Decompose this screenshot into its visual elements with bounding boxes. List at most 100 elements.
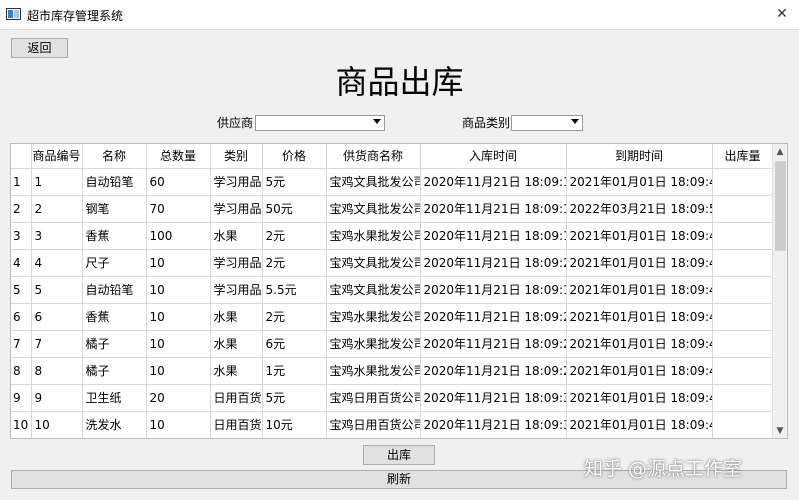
table-cell[interactable]: 2元 [262,222,327,250]
table-cell[interactable]: 2022年03月21日 18:09:51 [566,195,713,223]
column-header[interactable]: 到期时间 [566,144,713,169]
table-row[interactable]: 4 4 尺子 10 学习用品 2元 宝鸡文具批发公司 2020年11月21日 18:09:21… [11,249,774,277]
table-cell[interactable]: 3 [31,222,83,250]
table-cell[interactable] [712,357,774,385]
column-header[interactable]: 供货商名称 [326,144,421,169]
table-cell[interactable]: 香蕉 [82,303,147,331]
table-cell[interactable]: 2021年01月01日 18:09:45 [566,330,713,358]
table-cell[interactable]: 2 [31,195,83,223]
table-cell[interactable]: 水果 [210,330,263,358]
table-cell[interactable]: 卫生纸 [82,384,147,412]
table-cell[interactable]: 2020年11月21日 18:09:16 [420,222,567,250]
table-cell[interactable]: 10 [146,411,211,438]
table-cell[interactable]: 5元 [262,168,327,196]
row-number[interactable]: 7 [11,330,32,358]
table-cell[interactable]: 自动铅笔 [82,168,147,196]
row-number[interactable]: 3 [11,222,32,250]
column-header[interactable]: 入库时间 [420,144,567,169]
table-cell[interactable]: 7 [31,330,83,358]
table-cell[interactable]: 2020年11月21日 18:09:28 [420,303,567,331]
table-cell[interactable]: 宝鸡水果批发公司 [326,357,421,385]
corner-cell[interactable] [11,144,32,169]
table-cell[interactable]: 50元 [262,195,327,223]
table-row[interactable]: 10 10 洗发水 10 日用百货 10元 宝鸡日用百货公司 2020年11月21日 18:0… [11,411,774,438]
table-cell[interactable] [712,384,774,412]
table-cell[interactable]: 10 [146,330,211,358]
table-cell[interactable]: 5元 [262,384,327,412]
table-cell[interactable]: 6 [31,303,83,331]
table-cell[interactable]: 2021年01月01日 18:09:45 [566,168,713,196]
close-icon[interactable]: ✕ [772,4,792,24]
table-cell[interactable] [712,222,774,250]
table-cell[interactable] [712,195,774,223]
table-cell[interactable]: 100 [146,222,211,250]
table-cell[interactable] [712,168,774,196]
table-cell[interactable]: 10 [146,276,211,304]
table-cell[interactable]: 学习用品 [210,195,263,223]
table-cell[interactable] [712,303,774,331]
table-cell[interactable]: 宝鸡文具批发公司 [326,195,421,223]
table-cell[interactable] [712,276,774,304]
table-cell[interactable]: 宝鸡水果批发公司 [326,303,421,331]
category-select[interactable] [511,115,583,131]
table-cell[interactable]: 日用百货 [210,411,263,438]
scroll-up-icon[interactable]: ▲ [773,145,787,159]
table-cell[interactable]: 2020年11月21日 18:09:31 [420,384,567,412]
table-cell[interactable]: 2020年11月21日 18:09:34 [420,411,567,438]
table-cell[interactable]: 2021年01月01日 18:09:45 [566,222,713,250]
table-row[interactable]: 3 3 香蕉 100 水果 2元 宝鸡水果批发公司 2020年11月21日 18:09:16 2… [11,222,774,250]
table-cell[interactable]: 1 [31,168,83,196]
row-number[interactable]: 10 [11,411,32,438]
table-row[interactable]: 9 9 卫生纸 20 日用百货 5元 宝鸡日用百货公司 2020年11月21日 18:09:3… [11,384,774,412]
table-cell[interactable]: 6元 [262,330,327,358]
table-cell[interactable]: 2020年11月21日 18:09:10 [420,168,567,196]
row-number[interactable]: 9 [11,384,32,412]
table-cell[interactable]: 10 [146,303,211,331]
table-cell[interactable]: 4 [31,249,83,277]
table-cell[interactable]: 2021年01月01日 18:09:45 [566,303,713,331]
table-cell[interactable]: 2021年01月01日 18:09:45 [566,276,713,304]
table-cell[interactable]: 2020年11月21日 18:09:21 [420,249,567,277]
table-cell[interactable]: 2021年01月01日 18:09:45 [566,411,713,438]
table-cell[interactable]: 香蕉 [82,222,147,250]
row-number[interactable]: 4 [11,249,32,277]
table-cell[interactable] [712,411,774,438]
scroll-down-icon[interactable]: ▼ [773,424,787,438]
table-cell[interactable]: 2020年11月21日 18:09:25 [420,357,567,385]
table-cell[interactable]: 洗发水 [82,411,147,438]
column-header[interactable]: 商品编号 [31,144,83,169]
table-cell[interactable]: 尺子 [82,249,147,277]
table-cell[interactable]: 5.5元 [262,276,327,304]
row-number[interactable]: 8 [11,357,32,385]
table-cell[interactable]: 钢笔 [82,195,147,223]
table-cell[interactable]: 5 [31,276,83,304]
table-cell[interactable]: 宝鸡水果批发公司 [326,222,421,250]
table-cell[interactable]: 10 [31,411,83,438]
stock-out-button[interactable]: 出库 [363,445,435,465]
table-cell[interactable]: 2元 [262,303,327,331]
vertical-scrollbar[interactable]: ▲ ▼ [772,144,787,438]
table-cell[interactable]: 2021年01月01日 18:09:45 [566,357,713,385]
table-cell[interactable]: 70 [146,195,211,223]
table-cell[interactable]: 10 [146,249,211,277]
table-cell[interactable]: 2021年01月01日 18:09:45 [566,249,713,277]
table-cell[interactable]: 学习用品 [210,168,263,196]
table-cell[interactable]: 橘子 [82,330,147,358]
table-cell[interactable]: 宝鸡日用百货公司 [326,384,421,412]
table-cell[interactable]: 水果 [210,222,263,250]
table-row[interactable]: 1 1 自动铅笔 60 学习用品 5元 宝鸡文具批发公司 2020年11月21日 18:09:… [11,168,774,196]
table-cell[interactable]: 宝鸡文具批发公司 [326,168,421,196]
table-cell[interactable]: 20 [146,384,211,412]
table-cell[interactable]: 9 [31,384,83,412]
table-cell[interactable] [712,330,774,358]
table-row[interactable]: 7 7 橘子 10 水果 6元 宝鸡水果批发公司 2020年11月21日 18:09:23 20… [11,330,774,358]
column-header[interactable]: 出库量 [712,144,774,169]
table-cell[interactable]: 橘子 [82,357,147,385]
row-number[interactable]: 2 [11,195,32,223]
table-row[interactable]: 2 2 钢笔 70 学习用品 50元 宝鸡文具批发公司 2020年11月21日 18:09:1… [11,195,774,223]
stock-table[interactable]: 商品编号 名称 总数量 类别 价格 供货商名称 入库时间 到期时间 出库量 11… [10,143,788,439]
table-row[interactable]: 6 6 香蕉 10 水果 2元 宝鸡水果批发公司 2020年11月21日 18:09:28 20… [11,303,774,331]
table-cell[interactable]: 学习用品 [210,249,263,277]
column-header[interactable]: 总数量 [146,144,211,169]
table-cell[interactable]: 10元 [262,411,327,438]
